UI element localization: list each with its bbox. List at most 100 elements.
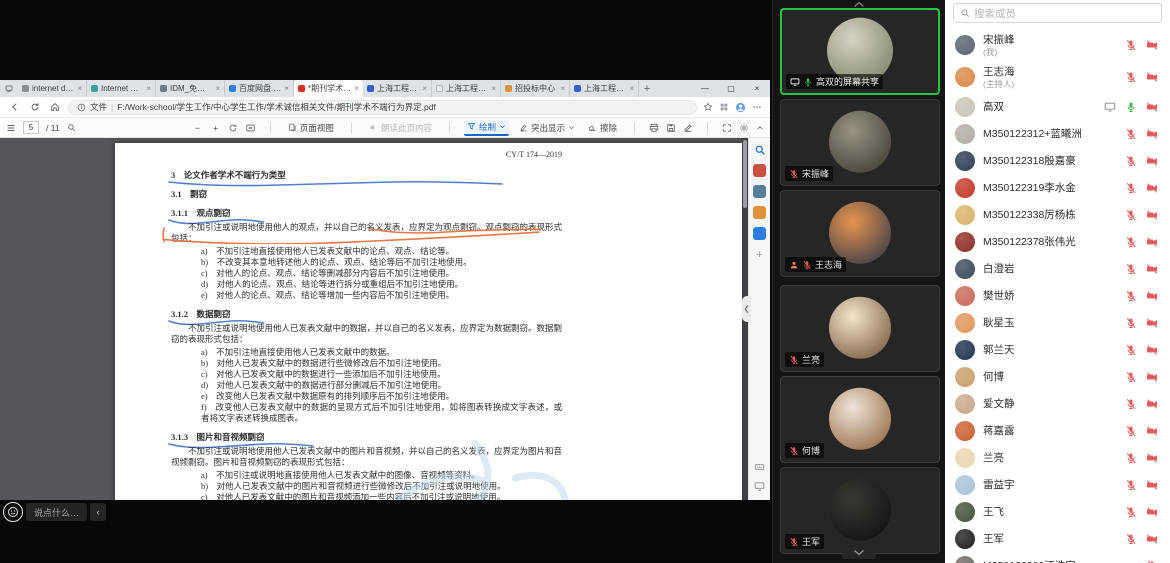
thumbnails-toggle-icon[interactable]	[6, 123, 16, 133]
highlight-dropdown-icon[interactable]	[568, 124, 575, 131]
chat-collapse-icon[interactable]: ‹	[90, 503, 106, 521]
browser-tab[interactable]: *期刊学术不端…×	[294, 80, 363, 97]
tab-close-icon[interactable]: ×	[629, 85, 634, 93]
participant-row[interactable]: 宋振峰(我)	[945, 29, 1170, 61]
keyboard-icon[interactable]	[753, 462, 766, 472]
home-icon[interactable]	[48, 100, 62, 114]
participant-row[interactable]: M350122378张伟光	[945, 228, 1170, 255]
browser-tab[interactable]: IDM_免费版…×	[156, 80, 225, 97]
participant-row[interactable]: 樊世娇	[945, 282, 1170, 309]
video-tile[interactable]: 王志海	[780, 190, 940, 277]
browser-tab[interactable]: 上海工程技术…×	[363, 80, 432, 97]
highlight-button[interactable]: 突出显示	[516, 121, 578, 135]
browser-tab[interactable]: Internet Dow…×	[87, 80, 156, 97]
favorite-star-icon[interactable]	[703, 102, 713, 112]
info-icon[interactable]	[77, 103, 86, 112]
participant-row[interactable]: 兰亮	[945, 444, 1170, 471]
sidebar-site-icon-1[interactable]	[753, 164, 766, 177]
participant-row[interactable]: M350122312+蓝曦洲	[945, 120, 1170, 147]
tab-close-icon[interactable]: ×	[215, 85, 220, 93]
participant-row[interactable]: 郭兰天	[945, 336, 1170, 363]
back-icon[interactable]	[8, 100, 22, 114]
video-tile[interactable]: 兰亮	[780, 285, 940, 372]
tiles-scroll-up-icon[interactable]	[846, 0, 872, 8]
participant-row[interactable]: 高双	[945, 93, 1170, 120]
profile-avatar[interactable]	[735, 102, 746, 113]
tab-close-icon[interactable]: ×	[77, 85, 82, 93]
tiles-scroll-down-icon[interactable]	[842, 546, 876, 559]
sidebar-site-icon-3[interactable]	[753, 206, 766, 219]
sidebar-collapse-handle[interactable]: ❮	[742, 296, 751, 322]
tab-close-icon[interactable]: ×	[422, 85, 427, 93]
participant-row[interactable]: M350122318殷嘉豪	[945, 147, 1170, 174]
fit-to-width-icon[interactable]	[245, 123, 256, 133]
participant-row[interactable]: M350122209汪浩宇	[945, 552, 1170, 563]
draw-button[interactable]: 绘制	[464, 120, 509, 136]
page-number-input[interactable]: 5	[23, 121, 39, 134]
save-icon[interactable]	[666, 123, 676, 133]
print-icon[interactable]	[649, 123, 659, 133]
sidebar-site-icon-2[interactable]	[753, 185, 766, 198]
participant-row[interactable]: 爱文静	[945, 390, 1170, 417]
browser-tab[interactable]: 上海工程技术×	[570, 80, 639, 97]
emoji-smiley-icon[interactable]	[3, 502, 23, 522]
pdf-document-area[interactable]: CY/T 174—2019 3 论文作者学术不端行为类型3.1 剽窃3.1.1 …	[0, 138, 742, 500]
participant-row[interactable]: M350122338厉杨栋	[945, 201, 1170, 228]
maximize-button[interactable]: ▢	[718, 80, 744, 97]
zoom-in-button[interactable]: +	[210, 122, 221, 134]
tab-close-icon[interactable]: ×	[491, 85, 496, 93]
draw-dropdown-icon[interactable]	[499, 123, 506, 130]
browser-tab[interactable]: 招投标中心×	[501, 80, 570, 97]
participant-row[interactable]: 白澄岩	[945, 255, 1170, 282]
tab-close-icon[interactable]: ×	[560, 85, 565, 93]
sidebar-add-icon[interactable]: +	[753, 248, 766, 261]
participant-row[interactable]: 王志海(主持人)	[945, 61, 1170, 93]
video-tile[interactable]: 高双的屏幕共享	[780, 8, 940, 95]
tab-close-icon[interactable]: ×	[284, 85, 289, 93]
video-tile[interactable]: 王军	[780, 467, 940, 554]
tab-search-icon[interactable]	[0, 80, 18, 97]
close-button[interactable]: ×	[744, 80, 770, 97]
pdf-settings-gear-icon[interactable]	[739, 123, 749, 133]
scrollbar-thumb[interactable]	[743, 140, 747, 208]
chat-input[interactable]: 说点什么…	[26, 503, 87, 521]
refresh-icon[interactable]	[28, 100, 42, 114]
save-as-icon[interactable]	[683, 123, 693, 133]
participant-row[interactable]: 王军	[945, 525, 1170, 552]
read-aloud-button[interactable]: 朗读此页内容	[366, 121, 435, 135]
browser-window: internet down…×Internet Dow…×IDM_免费版…×百度…	[0, 80, 770, 500]
minimize-button[interactable]: —	[692, 80, 718, 97]
more-menu-icon[interactable]	[752, 102, 762, 112]
rotate-icon[interactable]	[228, 123, 238, 133]
new-tab-button[interactable]: +	[639, 80, 655, 97]
sidebar-site-icon-4[interactable]	[753, 227, 766, 240]
participant-row[interactable]: 雷益宇	[945, 471, 1170, 498]
toolbar-collapse-icon[interactable]	[756, 124, 764, 132]
video-tile[interactable]: 何博	[780, 376, 940, 463]
extensions-icon[interactable]	[719, 102, 729, 112]
browser-tab[interactable]: internet down…×	[18, 80, 87, 97]
fullscreen-icon[interactable]	[722, 123, 732, 133]
video-tile[interactable]: 宋振峰	[780, 99, 940, 186]
tab-favicon	[298, 85, 305, 92]
participant-row[interactable]: M350122319李水金	[945, 174, 1170, 201]
find-in-document-icon[interactable]	[67, 123, 76, 132]
participant-row[interactable]: 耿星玉	[945, 309, 1170, 336]
page-view-button[interactable]: 页面视图	[285, 121, 337, 135]
tab-close-icon[interactable]: ×	[146, 85, 151, 93]
zoom-out-button[interactable]: −	[192, 122, 203, 134]
tab-label: 招投标中心	[515, 83, 557, 94]
participant-row[interactable]: 何博	[945, 363, 1170, 390]
browser-tab[interactable]: 百度网盘 官…×	[225, 80, 294, 97]
erase-button[interactable]: 擦除	[585, 121, 620, 135]
member-search-input[interactable]: 搜索成员	[953, 3, 1162, 23]
browser-tab[interactable]: 上海工程技…×	[432, 80, 501, 97]
participant-row[interactable]: 王飞	[945, 498, 1170, 525]
sidebar-search-icon[interactable]	[754, 144, 766, 156]
participant-status-icons	[1125, 506, 1158, 518]
tab-close-icon[interactable]: ×	[354, 85, 359, 93]
display-icon[interactable]	[753, 481, 766, 492]
address-bar[interactable]: 文件 | F:/Work-school/学生工作/中心学生工作/学术诚信相关文件…	[68, 100, 697, 115]
participant-row[interactable]: 蒋嘉露	[945, 417, 1170, 444]
camera-muted-icon	[1146, 209, 1158, 221]
